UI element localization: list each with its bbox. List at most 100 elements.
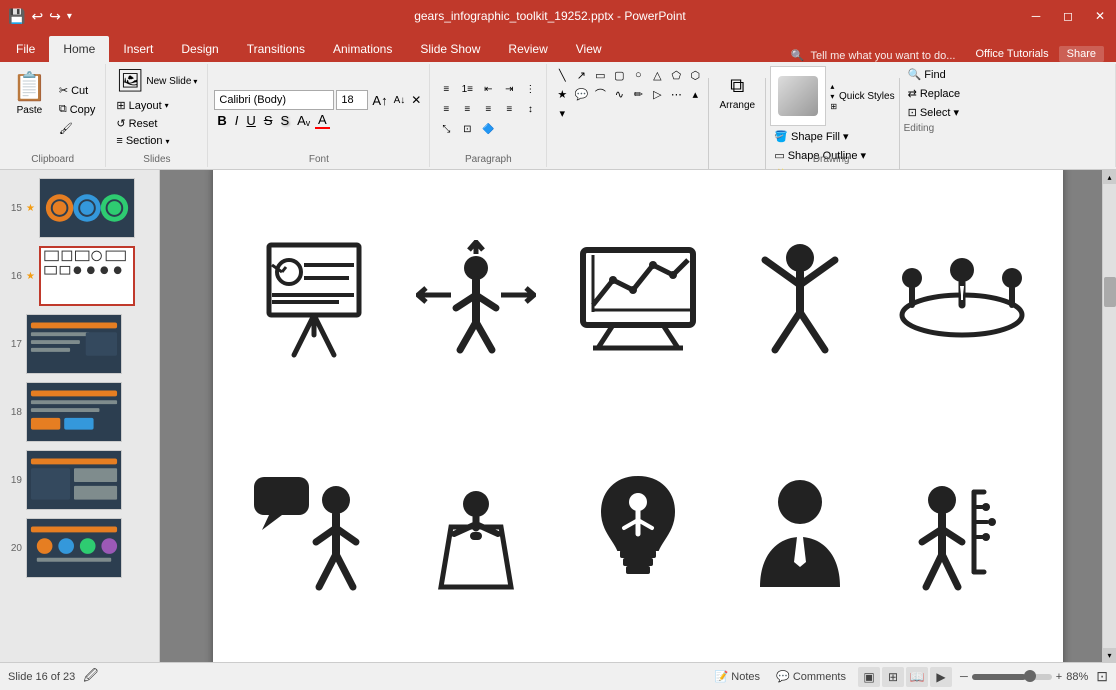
quick-styles-box[interactable] <box>770 66 826 126</box>
tab-view[interactable]: View <box>562 36 616 62</box>
shape-fill-button[interactable]: 🪣 Shape Fill ▾ <box>770 128 852 145</box>
tab-design[interactable]: Design <box>167 36 232 62</box>
italic-button[interactable]: I <box>232 113 242 128</box>
clear-format-button[interactable]: ✕ <box>409 93 423 107</box>
slide-item-18[interactable]: 18 <box>0 378 159 446</box>
shape-hexagon[interactable]: ⬡ <box>686 66 704 84</box>
tab-insert[interactable]: Insert <box>109 36 167 62</box>
shape-action[interactable]: ▷ <box>648 85 666 103</box>
align-center-button[interactable]: ≡ <box>457 101 477 119</box>
reset-button[interactable]: ↺ Reset <box>112 115 161 132</box>
decrease-indent-button[interactable]: ⇤ <box>478 81 498 99</box>
scroll-track[interactable] <box>1103 184 1116 648</box>
shape-star[interactable]: ★ <box>553 85 571 103</box>
layout-button[interactable]: ⊞ Layout ▾ <box>112 97 172 114</box>
shape-arrow[interactable]: ↗ <box>572 66 590 84</box>
shape-triangle[interactable]: △ <box>648 66 666 84</box>
tab-slideshow[interactable]: Slide Show <box>406 36 494 62</box>
zoom-slider[interactable] <box>972 674 1052 680</box>
section-button[interactable]: ≡ Section ▾ <box>112 133 173 149</box>
slide-item-20[interactable]: 20 <box>0 514 159 582</box>
restore-button[interactable]: ◻ <box>1060 8 1076 24</box>
shape-callout[interactable]: 💬 <box>572 85 590 103</box>
font-name-dropdown[interactable]: Calibri (Body) <box>214 90 334 110</box>
shape-freeform[interactable]: ✏ <box>629 85 647 103</box>
tab-transitions[interactable]: Transitions <box>233 36 319 62</box>
zoom-thumb[interactable] <box>1024 670 1036 682</box>
search-box[interactable]: Tell me what you want to do... <box>811 50 956 62</box>
shadow-button[interactable]: S <box>277 113 292 128</box>
notes-edit-icon[interactable]: 🖉 <box>83 665 98 689</box>
char-spacing-button[interactable]: Aᵥ <box>294 113 313 128</box>
quick-styles-dn[interactable]: ▾ <box>830 92 837 101</box>
tab-file[interactable]: File <box>2 36 49 62</box>
shape-circle[interactable]: ○ <box>629 66 647 84</box>
shape-dn[interactable]: ▾ <box>553 104 571 122</box>
zoom-out-button[interactable]: ─ <box>960 671 968 683</box>
reading-view-button[interactable]: 📖 <box>906 667 928 687</box>
align-right-button[interactable]: ≡ <box>478 101 498 119</box>
increase-font-button[interactable]: A↑ <box>370 93 389 108</box>
scroll-down-button[interactable]: ▾ <box>1103 648 1116 662</box>
font-size-input[interactable]: 18 <box>336 90 368 110</box>
zoom-in-button[interactable]: + <box>1056 671 1062 683</box>
slide-item-17[interactable]: 17 <box>0 310 159 378</box>
comments-button[interactable]: 💬 Comments <box>772 668 850 685</box>
minimize-button[interactable]: ─ <box>1028 8 1044 24</box>
slide-sorter-button[interactable]: ⊞ <box>882 667 904 687</box>
tab-animations[interactable]: Animations <box>319 36 406 62</box>
format-painter-button[interactable]: 🖌 <box>55 120 100 137</box>
scroll-thumb[interactable] <box>1104 277 1116 307</box>
smartart-button[interactable]: 🔷 <box>478 121 498 139</box>
cut-button[interactable]: ✂ Cut <box>55 82 100 99</box>
increase-indent-button[interactable]: ⇥ <box>499 81 519 99</box>
find-button[interactable]: 🔍 Find <box>904 66 950 83</box>
shape-pentagon[interactable]: ⬠ <box>667 66 685 84</box>
replace-button[interactable]: ⇄ Replace <box>904 85 965 102</box>
share-button[interactable]: Share <box>1059 46 1104 62</box>
strikethrough-button[interactable]: S <box>261 113 276 128</box>
slideshow-button[interactable]: ▶ <box>930 667 952 687</box>
tab-review[interactable]: Review <box>494 36 561 62</box>
numbering-button[interactable]: 1≡ <box>457 81 477 99</box>
shape-rounded-rect[interactable]: ▢ <box>610 66 628 84</box>
paste-button[interactable]: 📋 Paste <box>6 66 53 153</box>
fit-to-window-button[interactable]: ⊡ <box>1096 668 1108 685</box>
quick-styles-expand[interactable]: ⊞ <box>830 102 837 111</box>
font-color-button[interactable]: A <box>315 112 330 129</box>
slide-item-16[interactable]: 16 ★ <box>0 242 159 310</box>
shape-up[interactable]: ▴ <box>686 85 704 103</box>
align-text-button[interactable]: ⊡ <box>457 121 477 139</box>
save-icon[interactable]: 💾 <box>8 8 25 25</box>
shape-connector[interactable]: ⌒ <box>591 85 609 103</box>
redo-icon[interactable]: ↪ <box>49 8 61 25</box>
text-direction-button[interactable]: ⤡ <box>436 121 456 139</box>
undo-icon[interactable]: ↩ <box>31 8 43 25</box>
close-button[interactable]: ✕ <box>1092 8 1108 24</box>
arrange-button[interactable]: ⧉ Arrange <box>713 66 761 120</box>
justify-button[interactable]: ≡ <box>499 101 519 119</box>
decrease-font-button[interactable]: A↓ <box>392 95 408 106</box>
scroll-up-button[interactable]: ▴ <box>1103 170 1116 184</box>
align-left-button[interactable]: ≡ <box>436 101 456 119</box>
new-slide-button[interactable]: 🖼 New Slide ▾ <box>112 66 201 96</box>
slide-item-19[interactable]: 19 <box>0 446 159 514</box>
copy-button[interactable]: ⧉ Copy <box>55 101 100 118</box>
shape-rect[interactable]: ▭ <box>591 66 609 84</box>
underline-button[interactable]: U <box>243 113 258 128</box>
select-button[interactable]: ⊡ Select ▾ <box>904 104 963 121</box>
shape-more[interactable]: ⋯ <box>667 85 685 103</box>
new-slide-dropdown[interactable]: ▾ <box>193 77 197 86</box>
normal-view-button[interactable]: ▣ <box>858 667 880 687</box>
shape-line[interactable]: ╲ <box>553 66 571 84</box>
shape-curve[interactable]: ∿ <box>610 85 628 103</box>
notes-button[interactable]: 📝 Notes <box>711 668 765 685</box>
tab-home[interactable]: Home <box>49 36 109 62</box>
bold-button[interactable]: B <box>214 113 229 128</box>
bullets-button[interactable]: ≡ <box>436 81 456 99</box>
office-tutorials-link[interactable]: Office Tutorials <box>975 48 1048 60</box>
slide-item-15[interactable]: 15 ★ <box>0 174 159 242</box>
line-spacing-button[interactable]: ↕ <box>520 101 540 119</box>
columns-button[interactable]: ⋮ <box>520 81 540 99</box>
quick-styles-up[interactable]: ▴ <box>830 82 837 91</box>
